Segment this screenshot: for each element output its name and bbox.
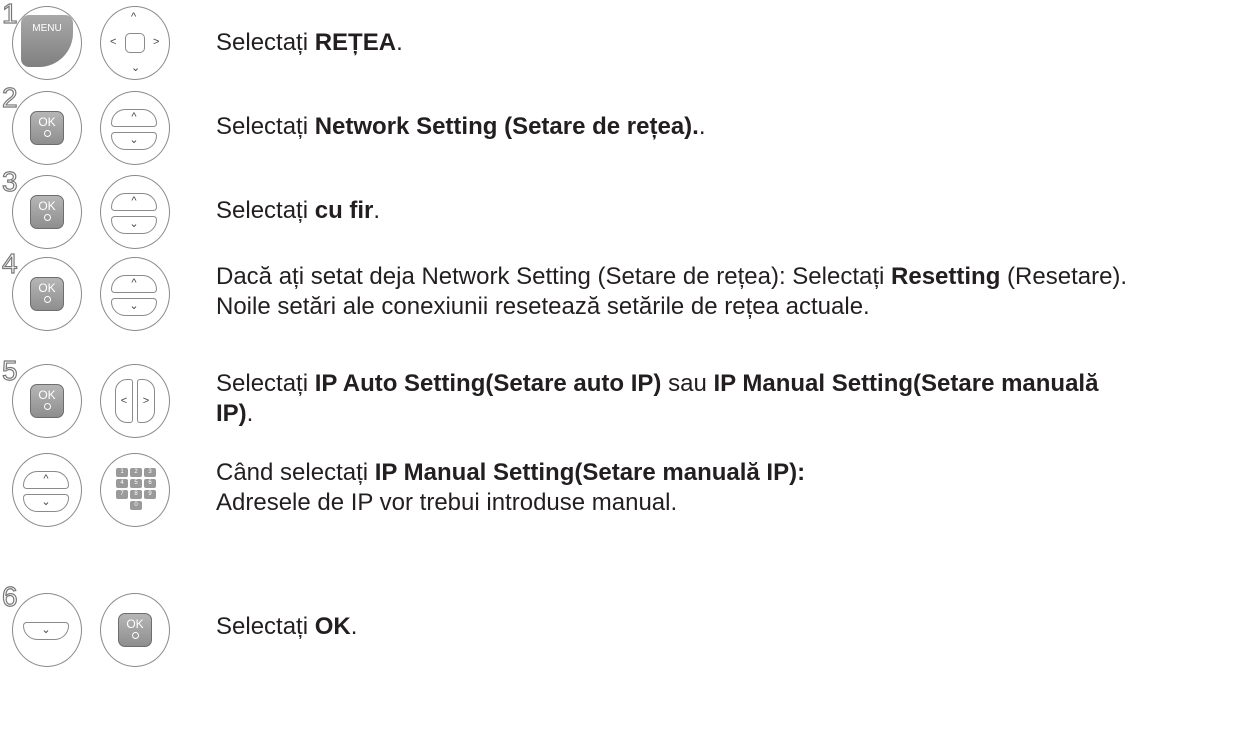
- step-number-4: 4: [1, 248, 18, 279]
- ok-key-label: OK: [38, 388, 56, 402]
- step-3-text: Selectați cu fir.: [216, 197, 381, 224]
- ok-key-label: OK: [38, 115, 56, 129]
- down-arrow-icon: ⌄: [23, 494, 69, 512]
- number-key: 4: [116, 479, 128, 488]
- dpad-center-icon: [125, 33, 145, 53]
- up-down-buttons: ^ ⌄: [100, 175, 170, 249]
- navigation-pad: ^ < > ⌄: [100, 6, 170, 80]
- up-down-buttons: ^ ⌄: [100, 257, 170, 331]
- step-5-manual-text: Când selectați IP Manual Setting(Setare …: [216, 459, 806, 516]
- step-2-text: Selectați Network Setting (Setare de reț…: [216, 113, 706, 140]
- ok-key-label: OK: [38, 199, 56, 213]
- ok-button: OK: [100, 593, 170, 667]
- ok-button: OK: [12, 91, 82, 165]
- number-key: 7: [116, 490, 128, 499]
- up-arrow-icon: ^: [111, 109, 157, 127]
- up-down-buttons: ^ ⌄: [12, 453, 82, 527]
- number-keypad: 1 2 3 4 5 6 7 8 9 0: [100, 453, 170, 527]
- down-arrow-icon: ⌄: [111, 132, 157, 150]
- number-key: 8: [130, 490, 142, 499]
- left-arrow-icon: <: [110, 36, 117, 48]
- menu-button: MENU: [12, 6, 82, 80]
- ok-dot-icon: [43, 214, 51, 221]
- ok-button: OK: [12, 175, 82, 249]
- down-arrow-icon: ⌄: [131, 62, 141, 74]
- down-arrow-icon: ⌄: [111, 216, 157, 234]
- step-number-1: 1: [1, 0, 18, 29]
- ok-key-label: OK: [38, 281, 56, 295]
- step-5-text: Selectați IP Auto Setting(Setare auto IP…: [216, 370, 1099, 427]
- down-arrow-icon: ⌄: [23, 622, 69, 640]
- number-key: 2: [130, 468, 142, 477]
- step-number-3: 3: [1, 166, 18, 197]
- up-arrow-icon: ^: [23, 471, 69, 489]
- step-4-text: Dacă ați setat deja Network Setting (Set…: [216, 263, 1128, 320]
- number-key: 9: [144, 490, 156, 499]
- step-6-text: Selectați OK.: [216, 613, 358, 640]
- down-arrow-icon: ⌄: [111, 298, 157, 316]
- ok-key-label: OK: [126, 617, 144, 631]
- ok-dot-icon: [43, 130, 51, 137]
- ok-button: OK: [12, 257, 82, 331]
- right-arrow-icon: >: [153, 36, 160, 48]
- step-number-2: 2: [1, 82, 18, 113]
- step-number-6: 6: [1, 581, 18, 612]
- number-key: 6: [144, 479, 156, 488]
- number-key: 0: [130, 501, 142, 510]
- down-button: ⌄: [12, 593, 82, 667]
- ok-dot-icon: [43, 296, 51, 303]
- left-arrow-icon: <: [115, 379, 133, 423]
- left-right-buttons: < >: [100, 364, 170, 438]
- number-key: 3: [144, 468, 156, 477]
- up-arrow-icon: ^: [131, 11, 137, 23]
- number-key: 5: [130, 479, 142, 488]
- ok-dot-icon: [43, 403, 51, 410]
- ok-dot-icon: [131, 632, 139, 639]
- step-1-text: Selectați REȚEA.: [216, 29, 403, 56]
- up-down-buttons: ^ ⌄: [100, 91, 170, 165]
- up-arrow-icon: ^: [111, 193, 157, 211]
- ok-button: OK: [12, 364, 82, 438]
- step-number-5: 5: [1, 355, 18, 386]
- number-key: 1: [116, 468, 128, 477]
- up-arrow-icon: ^: [111, 275, 157, 293]
- right-arrow-icon: >: [137, 379, 155, 423]
- menu-key-label: MENU: [21, 15, 73, 67]
